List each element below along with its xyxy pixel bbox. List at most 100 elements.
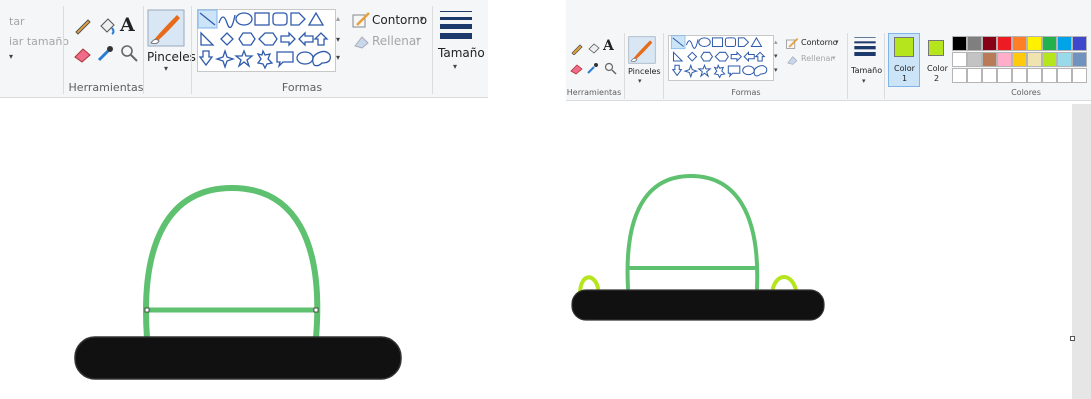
fill-bucket-icon[interactable] (586, 40, 602, 56)
color1-number: 1 (902, 74, 908, 83)
color2-label[interactable]: Color (927, 64, 948, 73)
palette-empty-swatch[interactable] (997, 68, 1012, 83)
left-fill-label[interactable]: Rellenar (372, 34, 421, 48)
palette-swatch[interactable] (1042, 36, 1057, 51)
right-shapes-scroll-up-icon[interactable]: ▴ (774, 38, 778, 46)
palette-empty-swatch[interactable] (1072, 68, 1087, 83)
right-colors-group-label: Colores (1011, 88, 1041, 97)
color2-swatch[interactable] (928, 40, 944, 56)
left-resize-label-partial[interactable]: iar tamaño (9, 35, 69, 48)
right-shapes-gallery-icons[interactable] (668, 35, 772, 79)
color-picker-icon[interactable] (96, 43, 116, 63)
palette-swatch[interactable] (1042, 52, 1057, 67)
magnifier-icon[interactable] (119, 43, 139, 63)
right-size-label[interactable]: Tamaño (851, 66, 882, 75)
outline-icon[interactable] (351, 11, 371, 29)
eraser-icon[interactable] (73, 45, 93, 63)
palette-empty-swatch[interactable] (1057, 68, 1072, 83)
right-fill-chevron-icon[interactable]: ▾ (832, 54, 836, 62)
right-brushes-chevron-icon[interactable]: ▾ (638, 77, 642, 85)
left-outline-label[interactable]: Contorno (372, 13, 427, 27)
left-shapes-group-label: Formas (281, 81, 323, 94)
magnifier-icon[interactable] (603, 61, 617, 75)
right-hat-brim (571, 289, 825, 321)
palette-swatch[interactable] (997, 52, 1012, 67)
left-resize-handle (313, 307, 319, 313)
right-shapes-scroll-down-icon[interactable]: ▾ (774, 52, 778, 60)
right-outline-label[interactable]: Contorno (801, 38, 838, 47)
palette-empty-swatch[interactable] (982, 68, 997, 83)
left-size-chevron-icon[interactable]: ▾ (453, 62, 457, 71)
right-hat-right-loop (771, 275, 798, 292)
right-brushes-label[interactable]: Pinceles (628, 67, 661, 76)
palette-empty-swatch[interactable] (967, 68, 982, 83)
color2-number[interactable]: 2 (934, 74, 939, 83)
palette-empty-swatch[interactable] (1027, 68, 1042, 83)
size-icon[interactable] (854, 36, 876, 56)
text-tool-icon[interactable]: A (603, 38, 614, 54)
right-paint-window: A Herramientas Pinceles ▾ ▴ ▾ ▾ Contorno… (566, 0, 1091, 399)
palette-swatch[interactable] (997, 36, 1012, 51)
fill-bucket-icon[interactable] (96, 14, 118, 36)
text-tool-icon[interactable]: A (120, 14, 135, 36)
left-separator (143, 6, 144, 94)
palette-swatch[interactable] (1012, 36, 1027, 51)
right-separator (884, 33, 885, 99)
palette-swatch[interactable] (1027, 52, 1042, 67)
palette-swatch[interactable] (1057, 36, 1072, 51)
left-hat-crown (143, 184, 321, 341)
left-brushes-chevron-icon[interactable]: ▾ (164, 64, 168, 73)
right-size-chevron-icon[interactable]: ▾ (862, 77, 866, 85)
palette-empty-swatch[interactable] (952, 68, 967, 83)
left-crop-label-partial[interactable]: tar (9, 15, 25, 28)
pencil-icon[interactable] (570, 41, 584, 55)
eraser-icon[interactable] (570, 62, 584, 76)
left-chevron-down-icon[interactable]: ▾ (9, 52, 13, 61)
right-tools-group-label: Herramientas (566, 88, 622, 97)
left-canvas-drawing[interactable] (0, 100, 488, 399)
palette-swatch[interactable] (1072, 52, 1087, 67)
color1-swatch (894, 37, 914, 57)
palette-swatch[interactable] (967, 36, 982, 51)
fill-icon[interactable] (351, 32, 371, 50)
left-size-label[interactable]: Tamaño (438, 46, 485, 60)
left-shapes-expand-icon[interactable]: ▾ (336, 53, 340, 62)
left-shapes-scroll-down-icon[interactable]: ▾ (336, 35, 340, 44)
palette-empty-swatch[interactable] (1012, 68, 1027, 83)
palette-swatch[interactable] (982, 52, 997, 67)
palette-empty-swatch[interactable] (1042, 68, 1057, 83)
left-fill-chevron-icon[interactable]: ▾ (416, 35, 420, 44)
right-shapes-expand-icon[interactable]: ▾ (774, 66, 778, 74)
left-shapes-gallery-icons[interactable] (197, 9, 334, 70)
size-icon[interactable] (440, 9, 472, 39)
fill-icon[interactable] (785, 53, 799, 66)
right-canvas-drawing[interactable] (566, 104, 1072, 399)
color-picker-icon[interactable] (586, 61, 600, 75)
palette-swatch[interactable] (967, 52, 982, 67)
palette-swatch[interactable] (1027, 36, 1042, 51)
right-fill-label[interactable]: Rellenar (801, 54, 834, 63)
brushes-icon[interactable] (628, 36, 656, 64)
left-hat-brim (74, 336, 402, 380)
right-separator (847, 33, 848, 99)
right-vertical-scrollbar[interactable] (1072, 104, 1091, 399)
left-paint-window: tar iar tamaño ▾ A Herramientas Pinceles… (0, 0, 488, 399)
right-separator (624, 33, 625, 99)
palette-swatch[interactable] (1072, 36, 1087, 51)
palette-swatch[interactable] (952, 36, 967, 51)
right-separator (663, 33, 664, 99)
left-shapes-scroll-up-icon[interactable]: ▴ (336, 14, 340, 23)
pencil-icon[interactable] (73, 15, 93, 35)
right-shapes-group-label: Formas (731, 88, 761, 97)
left-separator (432, 6, 433, 94)
palette-swatch[interactable] (1057, 52, 1072, 67)
outline-icon[interactable] (785, 37, 799, 50)
color-palette (952, 36, 1091, 84)
right-outline-chevron-icon[interactable]: ▾ (835, 38, 839, 46)
palette-swatch[interactable] (952, 52, 967, 67)
brushes-icon[interactable] (147, 9, 185, 47)
palette-swatch[interactable] (982, 36, 997, 51)
left-outline-chevron-icon[interactable]: ▾ (420, 14, 424, 23)
left-brushes-label[interactable]: Pinceles (147, 50, 196, 64)
palette-swatch[interactable] (1012, 52, 1027, 67)
